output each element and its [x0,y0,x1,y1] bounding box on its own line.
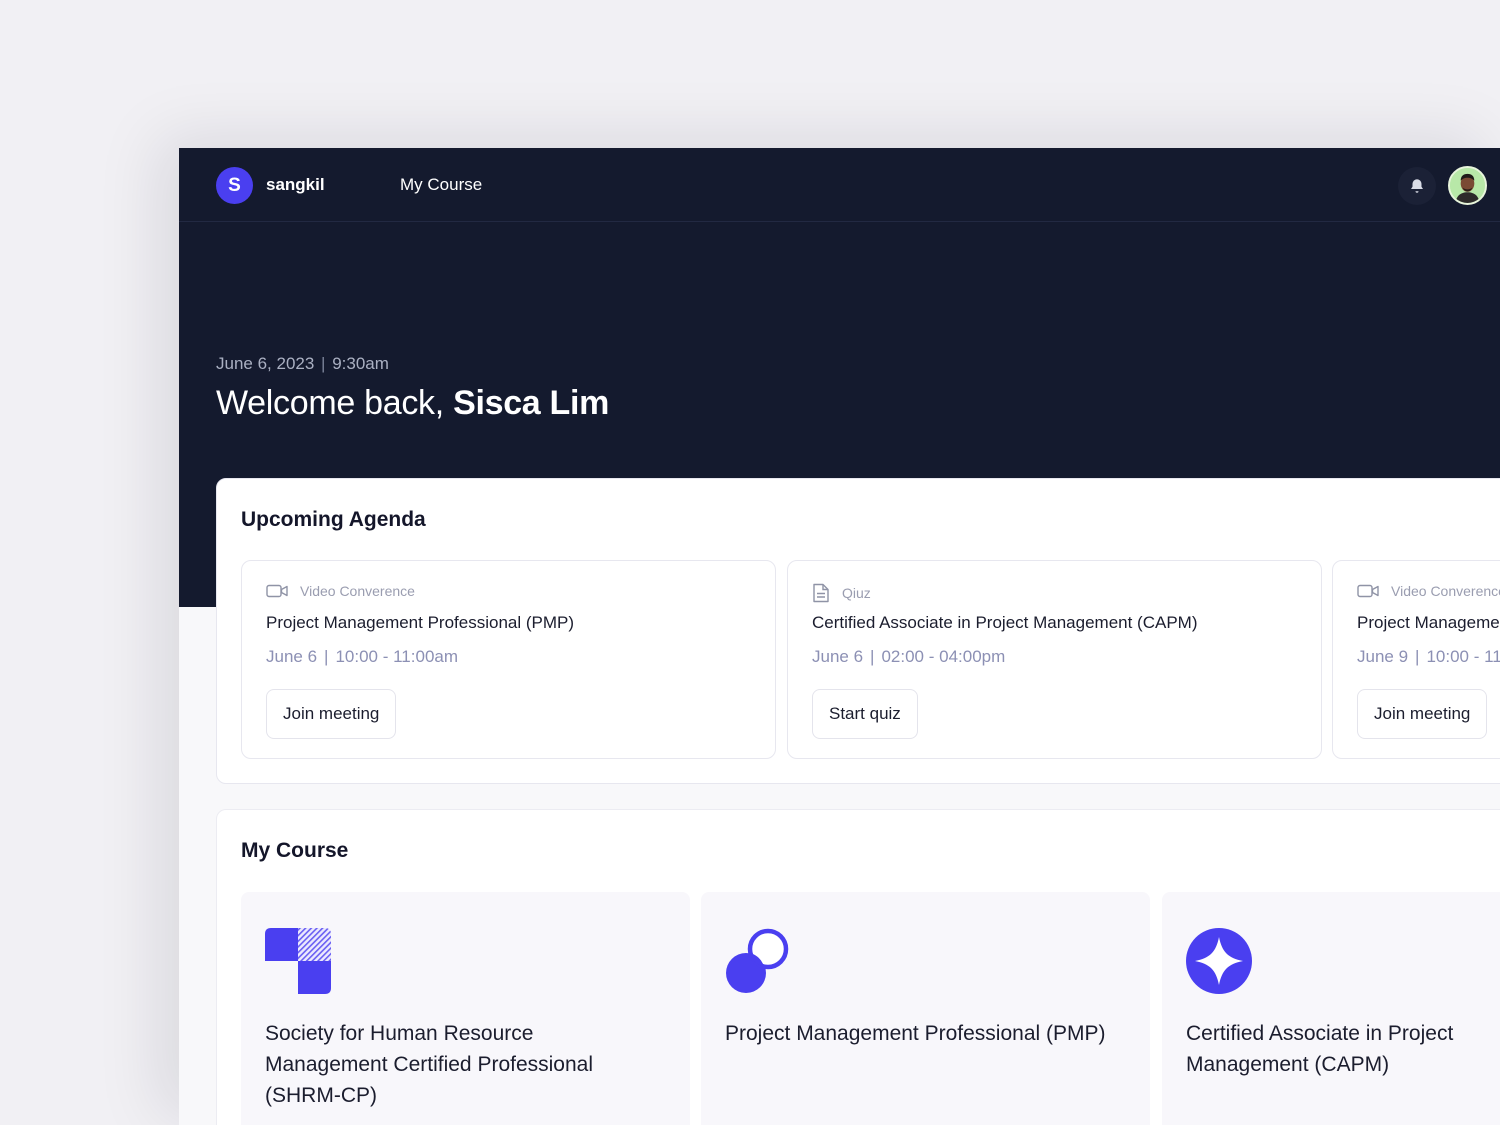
date-separator: | [321,354,326,373]
video-icon [266,584,288,598]
agenda-type: Video Converence [266,583,415,599]
bell-icon [1411,179,1423,193]
hero-date: June 6, 2023 [216,354,315,373]
schedule-divider: | [870,647,875,666]
user-avatar[interactable] [1448,166,1487,205]
course-title: Certified Associate in Project Managemen… [1186,1022,1454,1076]
brand-logo[interactable]: S [216,167,253,204]
hero-time: 9:30am [332,354,389,373]
agenda-card: Qiuz Certified Associate in Project Mana… [787,560,1322,759]
agenda-title: Project Management Professional (PMP) [266,613,575,632]
document-icon [813,583,829,603]
welcome-heading: Welcome back, Sisca Lim [216,384,609,423]
agenda-title: Project Management Professional (PMP) [1357,613,1500,632]
my-course-panel: My Course Society for Human Resource Man… [216,809,1500,1125]
course-title: Project Management Professional (PMP) [725,1022,1106,1045]
agenda-type-label: Qiuz [842,585,871,601]
course-card[interactable]: Certified Associate in Project Managemen… [1162,892,1500,1125]
schedule-divider: | [1415,647,1420,666]
grid-blocks-icon [265,928,331,994]
agenda-time: 10:00 - 11:00am [335,647,459,666]
agenda-schedule: June 6 | 10:00 - 11:00am [266,647,458,667]
course-card[interactable]: Project Management Professional (PMP) [701,892,1150,1125]
course-section-title: My Course [241,839,349,862]
agenda-date: June 6 [266,647,318,666]
overlapping-circles-icon [726,928,789,993]
start-quiz-button[interactable]: Start quiz [812,689,918,739]
agenda-date: June 9 [1357,647,1409,666]
agenda-type: Video Converence [1357,583,1500,599]
sparkle-star-icon [1186,928,1252,994]
agenda-time: 10:00 - 11:00am [1426,647,1500,666]
avatar-portrait-icon [1450,168,1485,203]
notifications-button[interactable] [1398,167,1436,205]
join-meeting-button[interactable]: Join meeting [1357,689,1488,739]
welcome-greeting: Welcome back, [216,384,444,422]
upcoming-agenda-panel: Upcoming Agenda Video Converence Project… [216,478,1500,784]
agenda-type: Qiuz [812,583,871,603]
agenda-type-label: Video Converence [300,583,415,599]
agenda-card: Video Converence Project Management Prof… [241,560,776,759]
schedule-divider: | [324,647,329,666]
nav-my-course[interactable]: My Course [400,175,482,195]
agenda-section-title: Upcoming Agenda [241,508,426,531]
top-navbar: S sangkil My Course [179,148,1500,222]
agenda-schedule: June 6 | 02:00 - 04:00pm [812,647,1005,667]
agenda-time: 02:00 - 04:00pm [881,647,1006,666]
agenda-schedule: June 9 | 10:00 - 11:00am [1357,647,1500,667]
agenda-title: Certified Associate in Project Managemen… [812,613,1198,632]
course-card[interactable]: Society for Human Resource Management Ce… [241,892,690,1125]
join-meeting-button[interactable]: Join meeting [266,689,397,739]
agenda-type-label: Video Converence [1391,583,1500,599]
course-title: Society for Human Resource Management Ce… [265,1022,594,1107]
welcome-user-name: Sisca Lim [453,384,610,422]
video-icon [1357,584,1379,598]
hero-datetime: June 6, 2023 | 9:30am [216,354,389,374]
agenda-card: Video Converence Project Management Prof… [1332,560,1500,759]
app-window: S sangkil My Course June 6, 2023 | 9:30a… [179,148,1500,1125]
brand-name[interactable]: sangkil [266,175,325,195]
agenda-date: June 6 [812,647,864,666]
